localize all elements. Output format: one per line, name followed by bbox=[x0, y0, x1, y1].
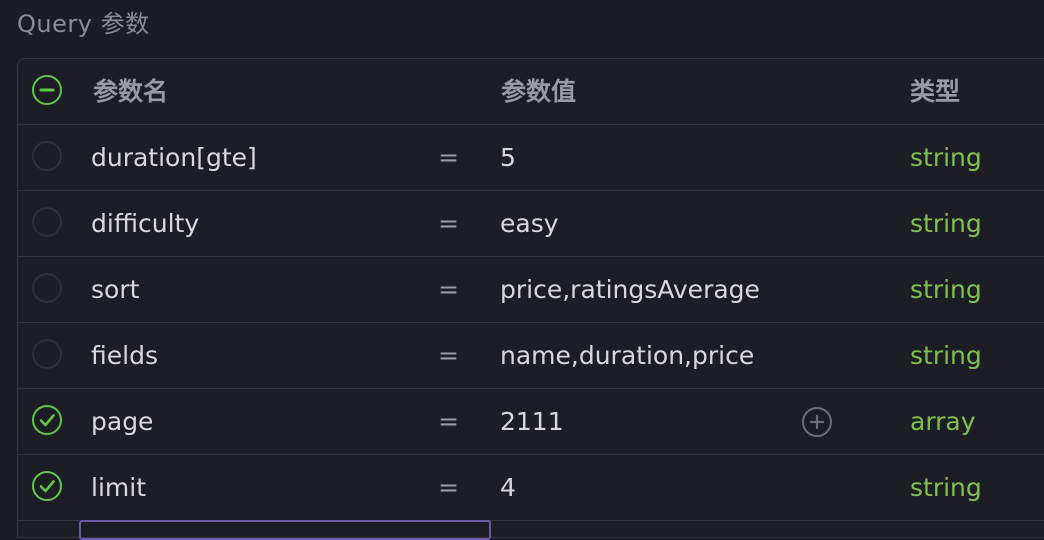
param-type[interactable]: string bbox=[910, 455, 982, 520]
check-circle-icon bbox=[39, 414, 55, 427]
add-value-button[interactable] bbox=[802, 407, 832, 437]
new-param-name-input[interactable] bbox=[79, 520, 491, 540]
param-name[interactable]: sort bbox=[91, 257, 139, 322]
equals-sign: = bbox=[438, 473, 459, 502]
query-params-table: 参数名 参数值 类型 duration[gte] = 5 string diff… bbox=[17, 58, 1044, 540]
equals-sign: = bbox=[438, 275, 459, 304]
table-row: difficulty = easy string bbox=[18, 191, 1044, 257]
table-row: sort = price,ratingsAverage string bbox=[18, 257, 1044, 323]
select-all-checkbox[interactable] bbox=[32, 75, 62, 105]
section-title: Query 参数 bbox=[17, 10, 150, 38]
equals-sign: = bbox=[438, 209, 459, 238]
row-checkbox[interactable] bbox=[32, 471, 62, 501]
param-name[interactable]: fields bbox=[91, 323, 158, 388]
param-type[interactable]: string bbox=[910, 191, 982, 256]
table-row: fields = name,duration,price string bbox=[18, 323, 1044, 389]
table-header: 参数名 参数值 类型 bbox=[18, 59, 1044, 125]
param-type[interactable]: string bbox=[910, 125, 982, 190]
equals-sign: = bbox=[438, 143, 459, 172]
row-checkbox[interactable] bbox=[32, 339, 62, 369]
param-value[interactable]: 4 bbox=[500, 455, 516, 520]
row-checkbox[interactable] bbox=[32, 273, 62, 303]
equals-sign: = bbox=[438, 407, 459, 436]
param-type[interactable]: string bbox=[910, 257, 982, 322]
param-name[interactable]: limit bbox=[91, 455, 146, 520]
param-value[interactable]: 2111 bbox=[500, 389, 564, 454]
row-checkbox[interactable] bbox=[32, 405, 62, 435]
param-value[interactable]: easy bbox=[500, 191, 559, 256]
minus-circle-icon bbox=[39, 88, 55, 92]
table-row: limit = 4 string bbox=[18, 455, 1044, 521]
table-row: duration[gte] = 5 string bbox=[18, 125, 1044, 191]
param-name[interactable]: duration[gte] bbox=[91, 125, 257, 190]
equals-sign: = bbox=[438, 341, 459, 370]
header-name: 参数名 bbox=[93, 77, 169, 106]
param-name[interactable]: difficulty bbox=[91, 191, 199, 256]
table-row: page = 2111 array bbox=[18, 389, 1044, 455]
param-name[interactable]: page bbox=[91, 389, 153, 454]
row-checkbox[interactable] bbox=[32, 141, 62, 171]
row-checkbox[interactable] bbox=[32, 207, 62, 237]
header-type: 类型 bbox=[910, 77, 961, 106]
param-value[interactable]: price,ratingsAverage bbox=[500, 257, 760, 322]
plus-circle-icon bbox=[809, 414, 825, 430]
param-type[interactable]: string bbox=[910, 323, 982, 388]
check-circle-icon bbox=[39, 480, 55, 493]
param-value[interactable]: 5 bbox=[500, 125, 516, 190]
param-type[interactable]: array bbox=[910, 389, 976, 454]
header-value: 参数值 bbox=[501, 77, 577, 106]
param-value[interactable]: name,duration,price bbox=[500, 323, 754, 388]
